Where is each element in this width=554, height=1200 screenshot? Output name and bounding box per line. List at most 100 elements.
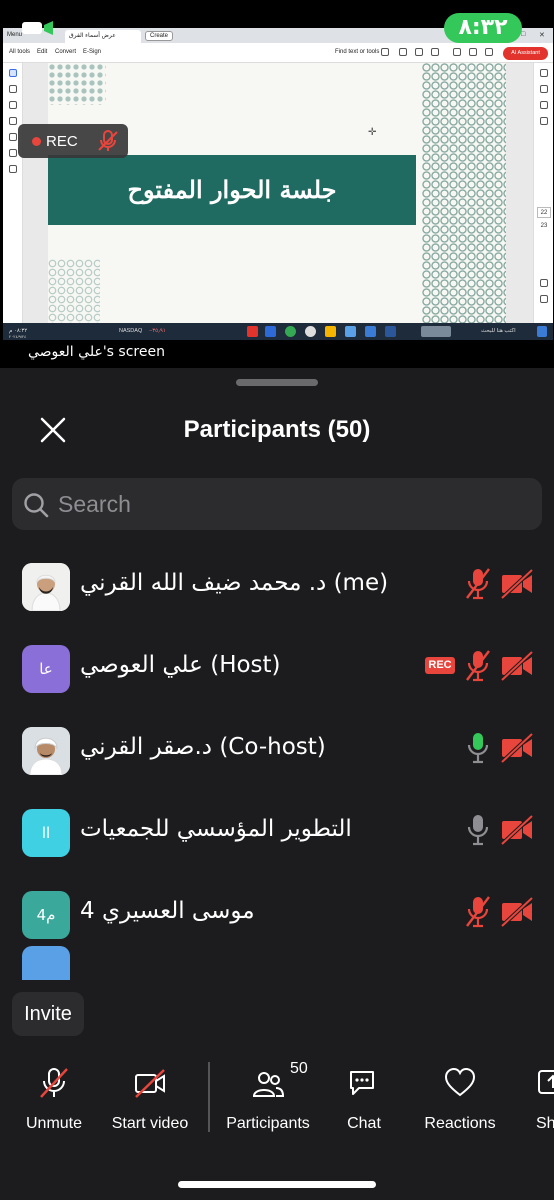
search-tool-icon bbox=[381, 48, 389, 56]
presentation-slide: جلسة الحوار المفتوح ✛ bbox=[48, 63, 506, 323]
recording-indicator[interactable]: REC bbox=[18, 124, 128, 158]
search-box[interactable] bbox=[12, 478, 542, 530]
meeting-controls: Unmute Start video Participants 50 Chat … bbox=[0, 1048, 554, 1200]
participant-row[interactable]: د. محمد ضيف الله القرني (me) bbox=[0, 546, 554, 628]
avatar: 4م bbox=[22, 891, 70, 939]
slide-decoration-top-left bbox=[48, 63, 106, 105]
zoom-in-icon bbox=[540, 279, 548, 287]
acrobat-app-icon bbox=[247, 326, 258, 337]
rec-dot-icon bbox=[32, 137, 41, 146]
status-time[interactable]: ٨:٣٢ bbox=[444, 13, 522, 43]
draw-tool-icon bbox=[9, 117, 17, 125]
slide-banner: جلسة الحوار المفتوح bbox=[48, 155, 416, 225]
layers-icon bbox=[540, 101, 548, 109]
participant-row[interactable]: 4م 4 موسى العسيري bbox=[0, 874, 554, 956]
muted-mic-icon[interactable] bbox=[464, 894, 492, 930]
upload-icon bbox=[415, 48, 423, 56]
invite-button[interactable]: Invite bbox=[12, 992, 84, 1036]
muted-mic-icon[interactable] bbox=[464, 648, 492, 684]
video-off-icon[interactable] bbox=[500, 815, 534, 845]
participants-sheet: Participants (50) د. محمد ضيف الله القرن… bbox=[0, 368, 554, 1200]
video-off-icon[interactable] bbox=[500, 569, 534, 599]
participants-icon bbox=[252, 1072, 285, 1097]
page-number-current: 22 bbox=[537, 207, 551, 218]
zoom-out-icon bbox=[540, 295, 548, 303]
participant-row[interactable]: د.صقر القرني (Co-host) bbox=[0, 710, 554, 792]
video-off-icon[interactable] bbox=[500, 651, 534, 681]
browser-tab: عرض أسماء الفرق bbox=[65, 30, 141, 43]
participant-name: التطوير المؤسسي للجمعيات bbox=[80, 816, 352, 842]
share-tool-icon bbox=[453, 48, 461, 56]
video-off-icon[interactable] bbox=[500, 733, 534, 763]
reactions-label: Reactions bbox=[424, 1115, 496, 1132]
start-menu-icon bbox=[537, 326, 547, 337]
mic-icon[interactable] bbox=[464, 812, 492, 848]
participant-row[interactable]: اا التطوير المؤسسي للجمعيات bbox=[0, 792, 554, 874]
stamp-tool-icon bbox=[9, 165, 17, 173]
sheet-drag-handle[interactable] bbox=[236, 379, 318, 386]
muted-mic-icon bbox=[40, 1068, 68, 1098]
ai-assistant-button: AI Assistant bbox=[503, 47, 548, 60]
link-icon bbox=[469, 48, 477, 56]
taskbar-date: ٢٠٢٤/٩/٢٤ bbox=[9, 334, 27, 339]
home-indicator bbox=[178, 1181, 376, 1188]
all-tools-menu: All tools bbox=[9, 49, 31, 55]
heart-icon bbox=[444, 1067, 476, 1097]
avatar bbox=[22, 946, 70, 980]
pdf-canvas: جلسة الحوار المفتوح ✛ bbox=[23, 63, 533, 323]
edit-menu: Edit bbox=[37, 49, 48, 55]
search-input[interactable] bbox=[58, 478, 528, 530]
zoom-app-icon bbox=[265, 326, 276, 337]
bookmark-icon bbox=[540, 85, 548, 93]
chat-icon bbox=[350, 1071, 374, 1095]
slide-title: جلسة الحوار المفتوح bbox=[127, 175, 337, 204]
search-icon bbox=[24, 493, 49, 518]
ticker-name: NASDAQ bbox=[119, 328, 143, 334]
avatar: عا bbox=[22, 645, 70, 693]
page-number-next: 23 bbox=[540, 223, 548, 229]
start-video-label: Start video bbox=[111, 1115, 189, 1132]
participant-name: د.صقر القرني (Co-host) bbox=[80, 734, 326, 760]
pdf-page-rail: 22 23 bbox=[533, 63, 553, 323]
panel-title: Participants (50) bbox=[183, 416, 371, 443]
unmute-label: Unmute bbox=[25, 1115, 83, 1132]
shared-desktop: Menu عرض أسماء الفرق Create – □ ✕ All to… bbox=[3, 28, 553, 340]
start-video-button[interactable]: Start video bbox=[100, 1066, 200, 1138]
reactions-button[interactable]: Reactions bbox=[410, 1066, 510, 1138]
select-tool-icon bbox=[9, 69, 17, 77]
unmute-button[interactable]: Unmute bbox=[4, 1066, 104, 1138]
video-off-icon[interactable] bbox=[500, 897, 534, 927]
chat-label: Chat bbox=[347, 1115, 381, 1132]
text-tool-icon bbox=[9, 149, 17, 157]
save-icon bbox=[399, 48, 407, 56]
avatar bbox=[22, 727, 70, 775]
share-button[interactable]: Share bbox=[506, 1066, 554, 1138]
controls-divider bbox=[208, 1062, 210, 1132]
muted-mic-icon bbox=[98, 130, 118, 151]
participant-list[interactable]: د. محمد ضيف الله القرني (me) عا علي العو… bbox=[0, 546, 554, 980]
video-off-icon bbox=[135, 1069, 165, 1098]
mail-app-icon bbox=[345, 326, 356, 337]
participants-count-badge: 50 bbox=[290, 1060, 308, 1077]
screen-share-caption: علي العوصي's screen bbox=[28, 344, 165, 360]
comment-icon bbox=[540, 69, 548, 77]
print-icon bbox=[431, 48, 439, 56]
ticker-change: −٣٥٫٩١ bbox=[149, 328, 166, 334]
participant-row[interactable]: عا علي العوصي (Host) REC bbox=[0, 628, 554, 710]
participant-name: علي العوصي (Host) bbox=[80, 652, 281, 678]
share-label: Share bbox=[536, 1115, 554, 1132]
pen-tool-icon bbox=[9, 101, 17, 109]
chat-button[interactable]: Chat bbox=[314, 1066, 414, 1138]
pdf-toolbar: All tools Edit Convert E-Sign Find text … bbox=[3, 43, 553, 63]
zoom-tool-icon bbox=[9, 85, 17, 93]
folder-app-icon bbox=[325, 326, 336, 337]
widget-thumbnail bbox=[421, 326, 451, 337]
speaking-mic-icon[interactable] bbox=[464, 730, 492, 766]
taskbar-search: اكتب هنا للبحث bbox=[481, 328, 516, 334]
participant-name: د. محمد ضيف الله القرني (me) bbox=[80, 570, 389, 596]
pdf-left-toolrail bbox=[3, 63, 23, 323]
recording-badge: REC bbox=[425, 657, 455, 674]
shared-screen-area[interactable]: Menu عرض أسماء الفرق Create – □ ✕ All to… bbox=[0, 28, 554, 368]
muted-mic-icon[interactable] bbox=[464, 566, 492, 602]
chrome-app-icon bbox=[285, 326, 296, 337]
